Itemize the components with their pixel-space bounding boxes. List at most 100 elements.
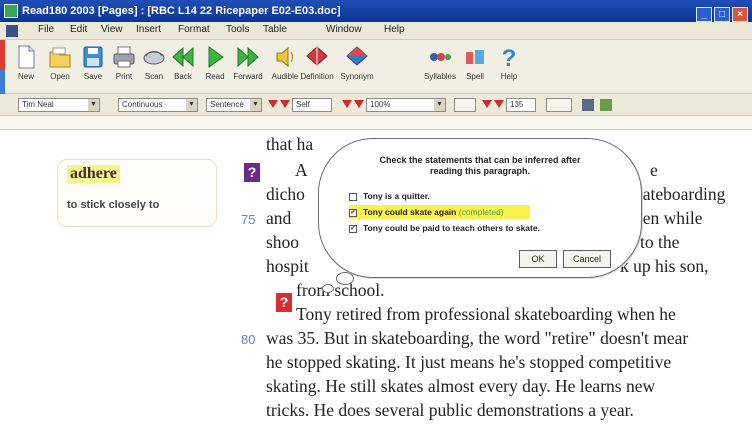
toolbar-syllables-label: Syllables [423,72,456,81]
chart-icon[interactable] [600,99,612,111]
synonym-icon [346,46,368,66]
speed-marker-icon [280,100,290,108]
definition-book-icon [306,46,328,66]
passage-line-9: was 35. But in skateboarding, the word "… [266,328,689,348]
pitch-marker-icon [482,100,492,108]
pitch-marker-icon [494,100,504,108]
menu-help[interactable]: Help [384,24,405,35]
option-2-checkbox[interactable]: ✓ [349,208,357,217]
vocab-card: adhere to stick closely to [57,159,217,227]
passage-line-6-end: k up his son, [620,256,709,276]
question-prompt: Check the statements that can be inferre… [379,155,581,165]
vocab-definition: to stick closely to [67,199,160,211]
minimize-button[interactable]: _ [696,7,712,22]
menu-file[interactable]: File [38,24,54,35]
cancel-button[interactable]: Cancel [563,250,611,268]
maximize-button[interactable]: □ [714,7,730,22]
speed-select[interactable]: Self [292,98,332,112]
unit-select[interactable]: Sentence ▼ [206,98,262,112]
menu-window[interactable]: Window [326,24,362,35]
option-2[interactable]: ✓ Tony could skate again (completed) [349,205,530,219]
option-3[interactable]: ✓ Tony could be paid to teach others to s… [349,221,540,235]
chevron-down-icon: ▼ [434,99,445,111]
zoom-value: 100% [370,100,391,109]
toolbar-forward-label: Forward [233,72,263,81]
passage-line-3-start: dicho [266,184,305,204]
pitch-value: 135 [510,100,524,109]
forward-arrow-icon [237,46,259,68]
toolbar-synonym-button[interactable]: Synonym [337,44,377,81]
zoom-marker-icon [342,100,352,108]
menu-bar: File Edit View Insert Format Tools Table… [0,22,752,40]
option-1-checkbox[interactable] [349,192,357,201]
passage-line-2-end: e [650,160,658,180]
mode-select[interactable]: Continuous ▼ [118,98,198,112]
format-bar: Tim Neal ▼ Continuous ▼ Sentence ▼ Self 100… [0,94,752,116]
ok-button[interactable]: OK [519,250,557,268]
help-question-icon: ? [502,45,517,70]
chevron-down-icon: ▼ [88,99,99,111]
toolbar-synonym-label: Synonym [340,72,374,81]
passage-line-1: that ha [266,134,314,154]
passage-line-5-start: shoo [266,232,300,252]
main-toolbar: New Open Save Print Scan Back Read Forwa… [0,40,752,94]
pitch-field[interactable]: 135 [506,98,536,112]
passage-line-8: Tony retired from professional skateboar… [296,304,676,324]
menu-edit[interactable]: Edit [70,24,87,35]
speed-value: Self [296,100,310,109]
grid-icon[interactable] [582,99,594,111]
new-document-icon [18,45,35,69]
document-icon [6,25,18,37]
menu-view[interactable]: View [101,24,123,35]
play-icon [208,46,224,68]
vocab-word: adhere [67,165,120,183]
passage-line-4-start: and [266,208,292,228]
document-content: adhere to stick closely to that ha ? A e… [0,130,752,432]
bubble-tail [322,284,334,293]
close-button[interactable]: × [732,7,748,22]
menu-table[interactable]: Table [263,24,287,35]
line-number-75: 75 [241,212,256,227]
toolbar-forward-button[interactable]: Forward [228,44,268,81]
question-icon[interactable]: ? [276,293,292,312]
menu-tools[interactable]: Tools [226,24,249,35]
zoom-marker-icon [354,100,364,108]
printer-icon [113,46,135,68]
ruler-strip [0,116,752,130]
speaker-icon [276,46,293,68]
passage-line-12: tricks. He does several public demonstra… [266,400,634,420]
passage-line-5-end: to the [640,232,680,252]
spell-icon [466,50,484,64]
option-3-checkbox[interactable]: ✓ [349,224,357,233]
toolbar-syllables-button[interactable]: Syllables [420,44,460,81]
question-icon[interactable]: ? [244,163,260,182]
voice-value: Tim Neal [22,100,54,109]
save-disk-icon [83,46,103,68]
question-bubble: Check the statements that can be inferre… [318,138,642,278]
option-3-label: Tony could be paid to teach others to sk… [363,223,540,233]
format-button[interactable] [454,98,476,112]
passage-line-3-end: kateboarding [634,184,726,204]
menu-insert[interactable]: Insert [136,24,161,35]
svg-text:?: ? [502,45,517,70]
menu-format[interactable]: Format [178,24,210,35]
question-prompt-cont: reading this paragraph. [429,166,531,176]
line-number-80: 80 [241,332,256,347]
window-controls: _ □ × [694,3,748,22]
mode-value: Continuous [122,100,163,109]
unit-value: Sentence [210,100,244,109]
title-bar: Read180 2003 [Pages] : [RBC L14 22 Ricep… [0,0,752,22]
option-1[interactable]: Tony is a quitter. [349,189,430,203]
passage-line-11: skating. He still skates almost every da… [266,376,656,396]
chevron-down-icon: ▼ [250,99,261,111]
open-folder-icon [49,47,71,68]
apply-button[interactable] [546,98,572,112]
toolbar-help-button[interactable]: ? Help [489,44,529,81]
passage-line-6-start: hospit [266,256,309,276]
toolbar-definition-label: Definition [300,72,334,81]
toolbar-definition-button[interactable]: Definition [297,44,337,81]
chevron-down-icon: ▼ [186,99,197,111]
zoom-select[interactable]: 100% ▼ [366,98,446,112]
toolbar-help-label: Help [500,72,518,81]
voice-select[interactable]: Tim Neal ▼ [18,98,100,112]
